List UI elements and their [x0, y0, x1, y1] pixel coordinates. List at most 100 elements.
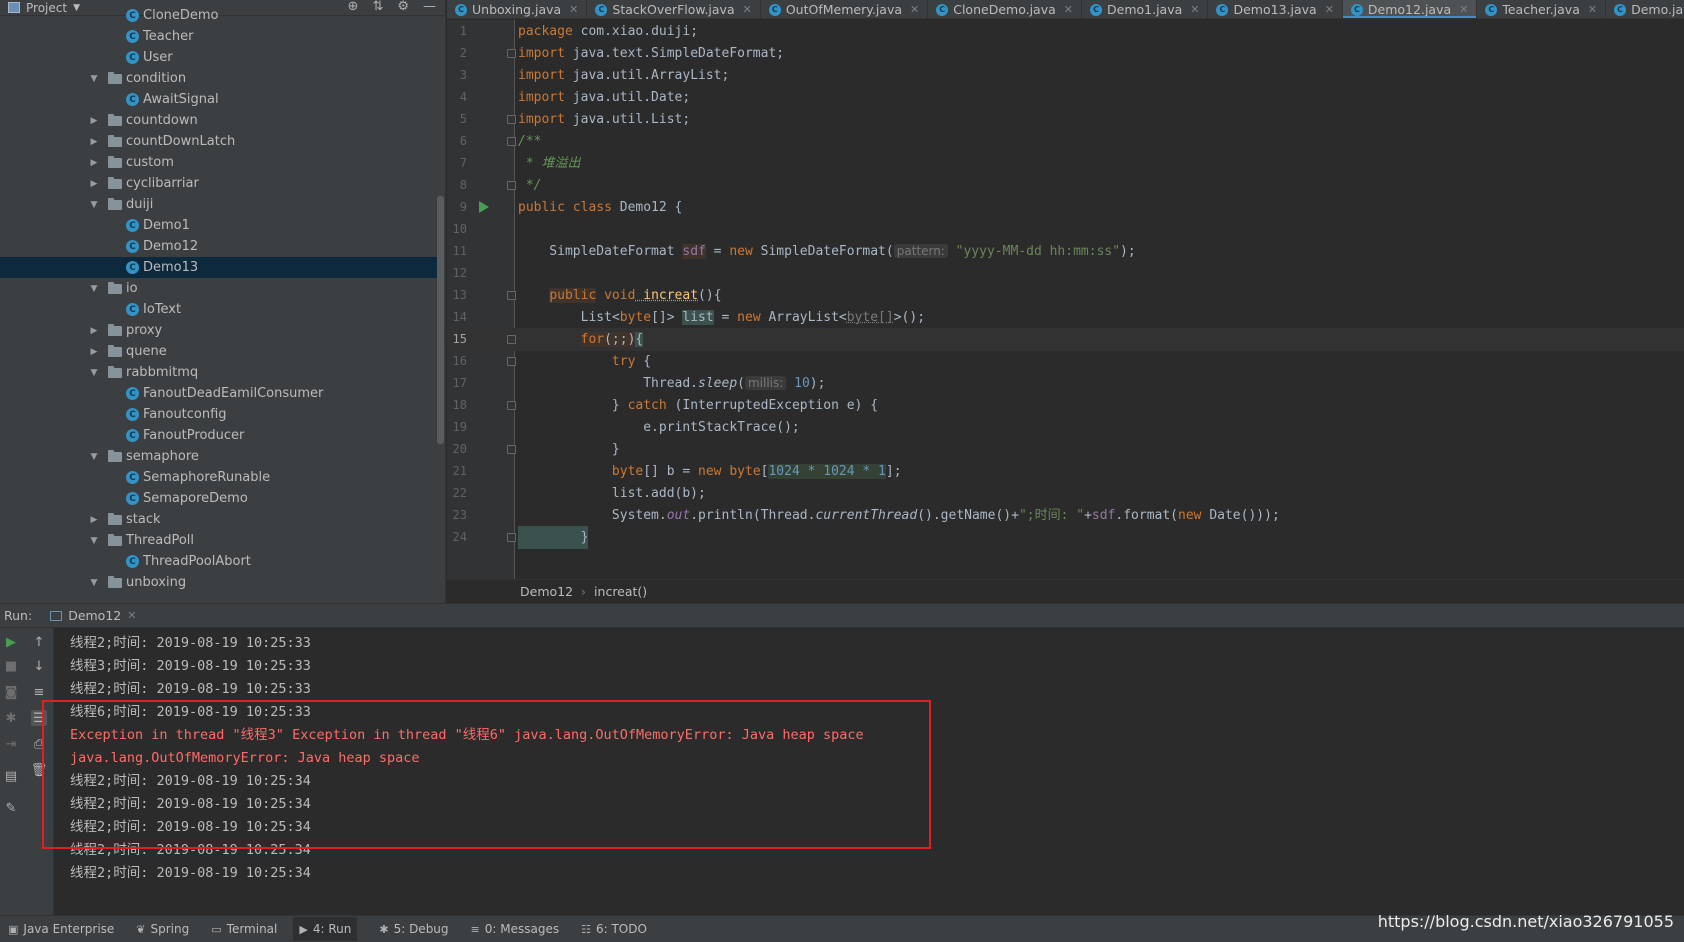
- code-line[interactable]: 9 public class Demo12 {: [447, 196, 1684, 219]
- fold-icon[interactable]: [507, 401, 516, 410]
- chevron-right-icon[interactable]: ▶: [89, 347, 99, 357]
- rerun-icon[interactable]: ▶: [3, 634, 19, 650]
- soft-wrap-icon[interactable]: ≡: [31, 684, 47, 700]
- close-icon[interactable]: ✕: [1588, 3, 1597, 16]
- camera-icon[interactable]: ◙: [3, 684, 19, 700]
- tool-window-button[interactable]: ▭ Terminal: [211, 922, 277, 936]
- tree-class[interactable]: C FanoutDeadEamilConsumer: [0, 383, 440, 404]
- close-icon[interactable]: ✕: [1064, 3, 1073, 16]
- console-output[interactable]: 线程3;时间: 2019-08-19 10:25:33 线程2;时间: 2019-…: [55, 628, 1684, 915]
- chevron-down-icon[interactable]: ▼: [89, 578, 99, 588]
- code-line[interactable]: 6 /**: [447, 130, 1684, 153]
- tree-folder[interactable]: ▼ semaphore: [0, 446, 440, 467]
- tree-folder[interactable]: ▶ quene: [0, 341, 440, 362]
- tree-folder[interactable]: ▼ duiji: [0, 194, 440, 215]
- code-line[interactable]: 5 import java.util.List;: [447, 108, 1684, 131]
- chevron-down-icon[interactable]: ▼: [89, 452, 99, 462]
- close-icon[interactable]: ✕: [1190, 3, 1199, 16]
- code-line[interactable]: 21 byte[] b = new byte[1024 * 1024 * 1];: [447, 460, 1684, 483]
- chevron-down-icon[interactable]: ▼: [89, 200, 99, 210]
- tree-class[interactable]: C Demo13: [0, 257, 440, 278]
- tree-class[interactable]: C Demo1: [0, 215, 440, 236]
- tree-folder[interactable]: ▼ unboxing: [0, 572, 440, 593]
- close-icon[interactable]: ✕: [910, 3, 919, 16]
- fold-icon[interactable]: [507, 533, 516, 542]
- tree-scrollbar[interactable]: [437, 196, 444, 444]
- tool-window-button[interactable]: ▶ 4: Run: [293, 917, 358, 941]
- code-line[interactable]: 10: [447, 218, 1684, 241]
- run-gutter-icon[interactable]: [479, 201, 489, 213]
- tool-window-button[interactable]: ✱ 5: Debug: [379, 922, 448, 936]
- breadcrumb-method[interactable]: increat(): [594, 584, 647, 599]
- close-icon[interactable]: ✕: [569, 3, 578, 16]
- code-line[interactable]: 23 System.out.println(Thread.currentThre…: [447, 504, 1684, 527]
- code-line[interactable]: 1 package com.xiao.duiji;: [447, 20, 1684, 43]
- scroll-to-end-icon[interactable]: ☰: [31, 710, 47, 726]
- tree-class[interactable]: C CloneDemo: [0, 5, 440, 26]
- code-line[interactable]: 8 */: [447, 174, 1684, 197]
- run-tab-demo12[interactable]: Demo12 ✕: [50, 608, 136, 623]
- fold-icon[interactable]: [507, 181, 516, 190]
- editor-tab[interactable]: C Demo12.java ✕: [1342, 0, 1478, 18]
- tree-folder[interactable]: ▼ ThreadPoll: [0, 530, 440, 551]
- code-line[interactable]: 7 * 堆溢出: [447, 152, 1684, 175]
- tree-folder[interactable]: ▶ stack: [0, 509, 440, 530]
- editor-tab[interactable]: C Unboxing.java ✕: [447, 0, 588, 18]
- chevron-down-icon[interactable]: ▼: [89, 368, 99, 378]
- fold-icon[interactable]: [507, 137, 516, 146]
- code-editor[interactable]: 1 package com.xiao.duiji; 2 import java.te…: [447, 20, 1684, 579]
- tree-folder[interactable]: ▼ rabbmitmq: [0, 362, 440, 383]
- editor-tab[interactable]: C Demo13.java ✕: [1208, 0, 1343, 18]
- tree-class[interactable]: C IoText: [0, 299, 440, 320]
- editor-tab[interactable]: C Teacher.java ✕: [1477, 0, 1607, 18]
- chevron-right-icon[interactable]: ▶: [89, 179, 99, 189]
- code-line[interactable]: 24 }: [447, 526, 1684, 549]
- trash-icon[interactable]: 🗑: [31, 762, 48, 778]
- fold-icon[interactable]: [507, 445, 516, 454]
- pin-icon[interactable]: ✎: [3, 800, 19, 816]
- tree-class[interactable]: C SemaporeDemo: [0, 488, 440, 509]
- code-line-current[interactable]: 15 for(;;){: [447, 328, 1684, 351]
- code-line[interactable]: 12: [447, 262, 1684, 285]
- tree-folder[interactable]: ▶ cyclibarriar: [0, 173, 440, 194]
- code-line[interactable]: 11 SimpleDateFormat sdf = new SimpleDate…: [447, 240, 1684, 263]
- login-icon[interactable]: ⇥: [3, 736, 19, 752]
- close-icon[interactable]: ✕: [1325, 3, 1334, 16]
- tree-folder[interactable]: ▼ condition: [0, 68, 440, 89]
- tool-window-button[interactable]: ▣ Java Enterprise: [8, 922, 114, 936]
- tool-window-button[interactable]: ≡ 0: Messages: [471, 922, 560, 936]
- tool-window-button[interactable]: ☷ 6: TODO: [581, 922, 647, 936]
- stop-icon[interactable]: ■: [3, 658, 19, 674]
- editor-tab[interactable]: C OutOfMemery.java ✕: [761, 0, 929, 18]
- code-line[interactable]: 19 e.printStackTrace();: [447, 416, 1684, 439]
- code-line[interactable]: 4 import java.util.Date;: [447, 86, 1684, 109]
- tree-class[interactable]: C Fanoutconfig: [0, 404, 440, 425]
- code-line[interactable]: 13 public void increat(){: [447, 284, 1684, 307]
- tree-class[interactable]: C SemaphoreRunable: [0, 467, 440, 488]
- tree-class[interactable]: C User: [0, 47, 440, 68]
- chevron-right-icon[interactable]: ▶: [89, 515, 99, 525]
- arrow-up-icon[interactable]: ↑: [31, 634, 47, 650]
- tree-class[interactable]: C Demo12: [0, 236, 440, 257]
- chevron-right-icon[interactable]: ▶: [89, 116, 99, 126]
- editor-tab[interactable]: C Demo1.java ✕: [1082, 0, 1209, 18]
- tree-class[interactable]: C ThreadPoolAbort: [0, 551, 440, 572]
- chevron-right-icon[interactable]: ▶: [89, 158, 99, 168]
- editor-tab[interactable]: C CloneDemo.java ✕: [928, 0, 1082, 18]
- fold-icon[interactable]: [507, 115, 516, 124]
- debug-icon[interactable]: ✱: [3, 710, 19, 726]
- tree-folder[interactable]: ▶ proxy: [0, 320, 440, 341]
- chevron-down-icon[interactable]: ▼: [89, 284, 99, 294]
- arrow-down-icon[interactable]: ↓: [31, 658, 47, 674]
- code-line[interactable]: 17 Thread.sleep(millis: 10);: [447, 372, 1684, 395]
- tree-folder[interactable]: ▼ io: [0, 278, 440, 299]
- code-line[interactable]: 14 List<byte[]> list = new ArrayList<byt…: [447, 306, 1684, 329]
- breadcrumb-class[interactable]: Demo12: [520, 584, 573, 599]
- code-line[interactable]: 3 import java.util.ArrayList;: [447, 64, 1684, 87]
- close-icon[interactable]: ✕: [127, 609, 136, 622]
- chevron-right-icon[interactable]: ▶: [89, 137, 99, 147]
- print-icon[interactable]: ⎙: [31, 736, 47, 752]
- code-line[interactable]: 16 try {: [447, 350, 1684, 373]
- tree-class[interactable]: C FanoutProducer: [0, 425, 440, 446]
- tree-folder[interactable]: ▶ countdown: [0, 110, 440, 131]
